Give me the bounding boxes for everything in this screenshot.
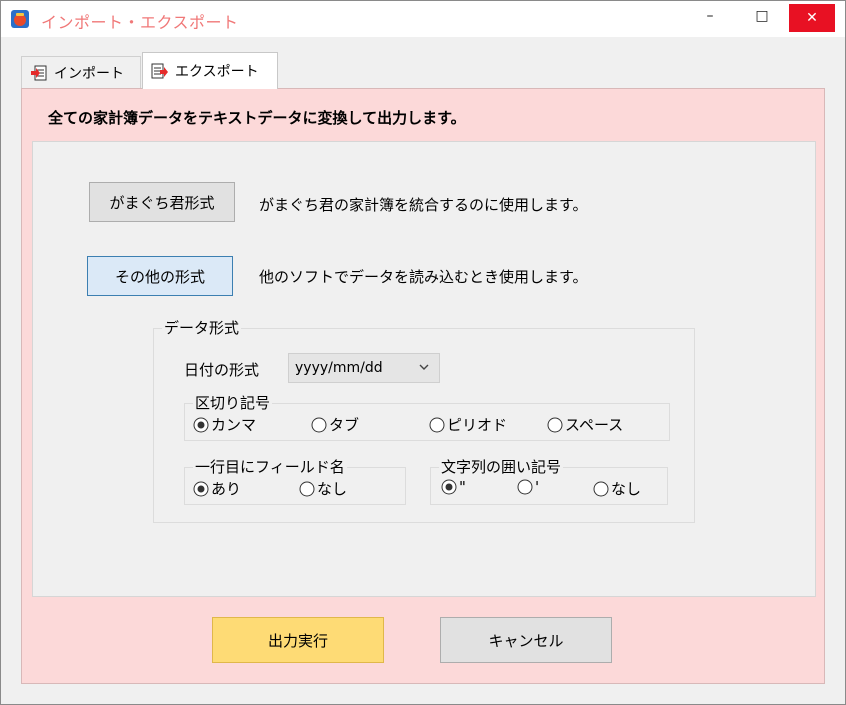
radio-selected-icon xyxy=(193,417,209,432)
radio-unselected-icon xyxy=(517,479,533,495)
first-row-option-label: なし xyxy=(317,480,348,498)
tab-import-label: インポート xyxy=(54,65,124,82)
radio-unselected-icon xyxy=(299,481,315,496)
quote-char-title: 文字列の囲い記号 xyxy=(439,456,564,477)
export-window: インポート・エクスポート – □ ✕ インポート エクスポート 全ての家計簿デー… xyxy=(0,0,846,705)
delimiter-option-label: タブ xyxy=(329,416,360,434)
gamaguchi-format-description: がまぐち君の家計簿を統合するのに使用します。 xyxy=(259,196,588,214)
tab-export-label: エクスポート xyxy=(175,64,259,80)
delimiter-radio-comma[interactable]: カンマ xyxy=(193,414,256,435)
quote-option-label: ' xyxy=(535,478,540,496)
delimiter-radio-tab[interactable]: タブ xyxy=(311,414,359,435)
wallet-app-icon xyxy=(11,10,29,28)
radio-unselected-icon xyxy=(311,417,327,432)
cancel-button[interactable]: キャンセル xyxy=(440,617,612,663)
first-row-option-label: あり xyxy=(211,480,242,498)
first-row-radio-no[interactable]: なし xyxy=(299,478,347,499)
quote-radio-double[interactable]: " xyxy=(441,478,466,496)
quote-radio-none[interactable]: なし xyxy=(593,478,641,499)
export-options-area: がまぐち君形式 がまぐち君の家計簿を統合するのに使用します。 その他の形式 他の… xyxy=(32,141,816,597)
radio-selected-icon xyxy=(441,479,457,495)
radio-unselected-icon xyxy=(593,481,609,496)
close-button[interactable]: ✕ xyxy=(789,4,835,32)
quote-radio-single[interactable]: ' xyxy=(517,478,539,496)
window-title: インポート・エクスポート xyxy=(41,13,239,32)
title-bar: インポート・エクスポート – □ ✕ xyxy=(1,1,845,37)
import-document-icon xyxy=(31,65,47,80)
other-format-description: 他のソフトでデータを読み込むとき使用します。 xyxy=(259,268,588,286)
data-format-title: データ形式 xyxy=(162,317,242,338)
run-export-button[interactable]: 出力実行 xyxy=(212,617,384,663)
data-format-group: データ形式 日付の形式 yyyy/mm/dd 区切り記号 カンマ タブ ピリオド… xyxy=(153,317,695,523)
date-format-value: yyyy/mm/dd xyxy=(295,360,383,376)
maximize-icon: □ xyxy=(755,8,769,24)
radio-selected-icon xyxy=(193,481,209,496)
export-headline: 全ての家計簿データをテキストデータに変換して出力します。 xyxy=(48,109,466,127)
radio-unselected-icon xyxy=(429,417,445,432)
minimize-icon: – xyxy=(706,8,714,24)
radio-unselected-icon xyxy=(547,417,563,432)
tab-import[interactable]: インポート xyxy=(21,56,141,88)
chevron-down-icon xyxy=(419,364,429,370)
tab-strip: インポート エクスポート xyxy=(21,52,827,89)
delimiter-option-label: カンマ xyxy=(211,416,257,434)
delimiter-group: 区切り記号 カンマ タブ ピリオド スペース xyxy=(184,392,670,441)
first-row-field-names-group: 一行目にフィールド名 あり なし xyxy=(184,456,406,505)
date-format-label: 日付の形式 xyxy=(184,361,260,379)
minimize-button[interactable]: – xyxy=(687,1,733,31)
quote-option-label: なし xyxy=(611,480,642,498)
close-icon: ✕ xyxy=(806,10,818,26)
export-document-icon xyxy=(151,63,168,79)
first-row-radio-yes[interactable]: あり xyxy=(193,478,241,499)
maximize-button[interactable]: □ xyxy=(739,1,785,31)
delimiter-radio-space[interactable]: スペース xyxy=(547,414,623,435)
quote-option-label: " xyxy=(459,478,466,496)
date-format-select[interactable]: yyyy/mm/dd xyxy=(288,353,440,383)
delimiter-option-label: ピリオド xyxy=(447,416,508,434)
delimiter-radio-period[interactable]: ピリオド xyxy=(429,414,507,435)
quote-char-group: 文字列の囲い記号 " ' なし xyxy=(430,456,668,505)
first-row-title: 一行目にフィールド名 xyxy=(193,456,347,477)
tab-export[interactable]: エクスポート xyxy=(142,52,278,89)
delimiter-title: 区切り記号 xyxy=(193,392,273,413)
other-format-button[interactable]: その他の形式 xyxy=(87,256,233,296)
gamaguchi-format-button[interactable]: がまぐち君形式 xyxy=(89,182,235,222)
delimiter-option-label: スペース xyxy=(565,416,624,434)
export-panel: 全ての家計簿データをテキストデータに変換して出力します。 がまぐち君形式 がまぐ… xyxy=(21,88,825,684)
